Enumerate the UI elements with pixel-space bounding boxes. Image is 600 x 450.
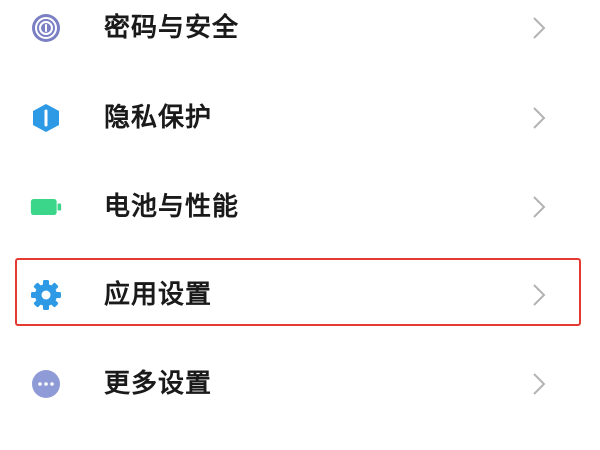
shield-icon — [30, 102, 62, 134]
settings-list: 密码与安全 隐私保护 电池与性能 应用设置 更多设置 — [0, 0, 600, 450]
settings-item-more-settings[interactable]: 更多设置 — [0, 344, 600, 424]
settings-item-label: 更多设置 — [104, 369, 213, 399]
chevron-right-icon — [531, 16, 547, 40]
chevron-right-icon — [531, 195, 547, 219]
settings-item-label: 隐私保护 — [104, 103, 213, 133]
chevron-right-icon — [531, 372, 547, 396]
settings-item-privacy[interactable]: 隐私保护 — [0, 78, 600, 158]
chevron-right-icon — [531, 106, 547, 130]
settings-item-label: 密码与安全 — [104, 13, 240, 43]
more-dots-icon — [30, 368, 62, 400]
settings-item-password-security[interactable]: 密码与安全 — [0, 0, 600, 68]
highlight-box — [15, 258, 581, 326]
battery-icon — [30, 191, 62, 223]
fingerprint-icon — [30, 12, 62, 44]
settings-item-label: 电池与性能 — [104, 192, 240, 222]
settings-item-battery-performance[interactable]: 电池与性能 — [0, 167, 600, 247]
